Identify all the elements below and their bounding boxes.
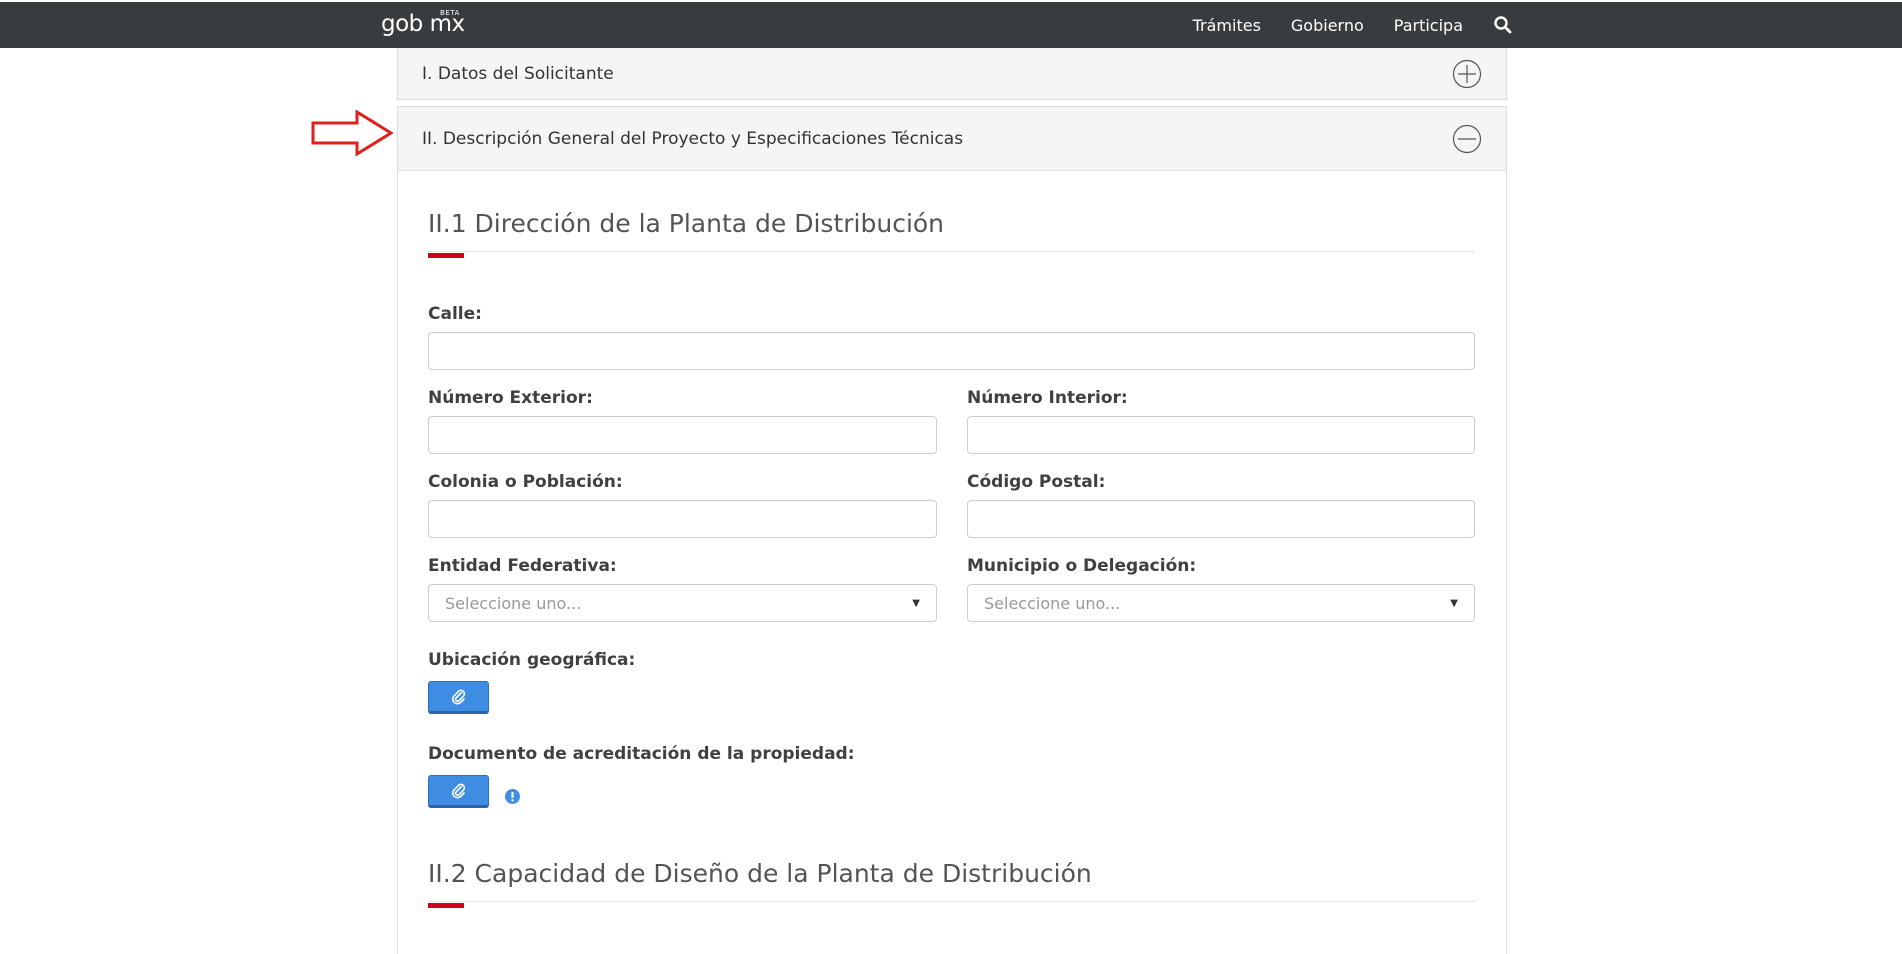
section-accent-bar [428, 253, 464, 258]
municipio-selected-value: Seleccione uno... [984, 593, 1121, 613]
calle-input[interactable] [428, 332, 1475, 370]
section-title-capacidad: II.2 Capacidad de Diseño de la Planta de… [428, 859, 1092, 888]
paperclip-icon [451, 689, 465, 705]
colonia-label: Colonia o Población: [428, 472, 623, 492]
ubicacion-attach-button[interactable] [428, 681, 489, 714]
panel-datos-header[interactable]: I. Datos del Solicitante [398, 48, 1506, 99]
main-nav: Trámites Gobierno Participa [1163, 2, 1513, 48]
search-icon[interactable] [1493, 15, 1513, 35]
logo-beta-badge: BETA [440, 9, 460, 17]
section-accent-bar [428, 903, 464, 908]
plus-circle-icon[interactable] [1452, 59, 1482, 89]
paperclip-icon [451, 783, 465, 799]
nav-item-tramites[interactable]: Trámites [1193, 16, 1261, 35]
nav-item-gobierno[interactable]: Gobierno [1291, 16, 1364, 35]
entidad-federativa-label: Entidad Federativa: [428, 556, 617, 576]
colonia-input[interactable] [428, 500, 937, 538]
annotation-arrow-icon [311, 110, 393, 156]
nav-item-participa[interactable]: Participa [1394, 16, 1463, 35]
documento-acreditacion-label: Documento de acreditación de la propieda… [428, 744, 855, 764]
codigo-postal-input[interactable] [967, 500, 1475, 538]
top-navbar: gob mx BETA Trámites Gobierno Participa [0, 0, 1902, 48]
numero-interior-input[interactable] [967, 416, 1475, 454]
entidad-selected-value: Seleccione uno... [445, 593, 582, 613]
panel-datos-title: I. Datos del Solicitante [422, 63, 614, 84]
minus-circle-icon[interactable] [1452, 124, 1482, 154]
calle-label: Calle: [428, 304, 482, 324]
panel-descripcion-body: II.1 Dirección de la Planta de Distribuc… [397, 171, 1507, 954]
numero-exterior-label: Número Exterior: [428, 388, 593, 408]
codigo-postal-label: Código Postal: [967, 472, 1106, 492]
numero-interior-label: Número Interior: [967, 388, 1128, 408]
numero-exterior-input[interactable] [428, 416, 937, 454]
caret-down-icon: ▼ [1450, 597, 1458, 609]
section-divider [428, 901, 1475, 902]
panel-descripcion-general[interactable]: II. Descripción General del Proyecto y E… [397, 106, 1507, 171]
entidad-federativa-select[interactable]: Seleccione uno... ▼ [428, 584, 937, 622]
gobmx-logo[interactable]: gob mx BETA [381, 9, 465, 37]
panel-descripcion-header[interactable]: II. Descripción General del Proyecto y E… [398, 107, 1506, 170]
panel-datos-solicitante[interactable]: I. Datos del Solicitante [397, 48, 1507, 100]
section-divider [428, 251, 1475, 252]
caret-down-icon: ▼ [912, 597, 920, 609]
panel-descripcion-title: II. Descripción General del Proyecto y E… [422, 128, 964, 149]
ubicacion-label: Ubicación geográfica: [428, 650, 636, 670]
documento-attach-button[interactable] [428, 775, 489, 808]
section-title-direccion: II.1 Dirección de la Planta de Distribuc… [428, 209, 945, 238]
municipio-select[interactable]: Seleccione uno... ▼ [967, 584, 1475, 622]
municipio-label: Municipio o Delegación: [967, 556, 1197, 576]
exclamation-circle-icon[interactable] [505, 789, 520, 804]
